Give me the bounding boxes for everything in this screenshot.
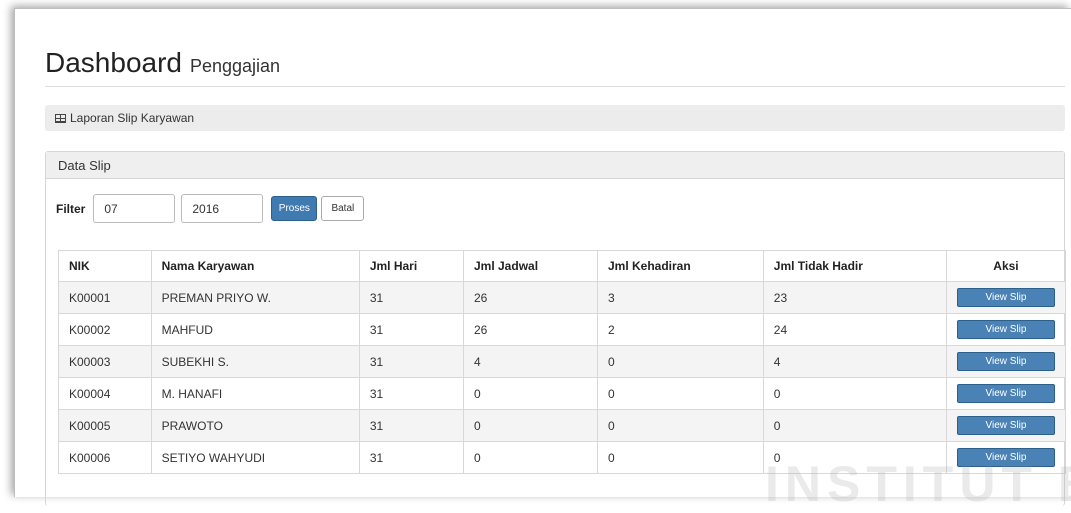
cell-aksi: View Slip — [945, 377, 1067, 410]
view-slip-button[interactable]: View Slip — [956, 448, 1055, 467]
cell-nama: PRAWOTO — [150, 409, 360, 442]
cell-nik: K00004 — [58, 377, 152, 410]
view-slip-button[interactable]: View Slip — [956, 320, 1055, 339]
cell-aksi: View Slip — [945, 313, 1067, 346]
table-row: K00004 M. HANAFI 31 0 0 0 View Slip — [58, 377, 1067, 410]
table-row: K00001 PREMAN PRIYO W. 31 26 3 23 View S… — [58, 281, 1067, 314]
cell-nik: K00005 — [58, 409, 152, 442]
cell-hadir: 0 — [596, 345, 764, 378]
cell-nama: MAHFUD — [150, 313, 360, 346]
cell-nama: PREMAN PRIYO W. — [150, 281, 360, 314]
cell-hari: 31 — [358, 281, 465, 314]
column-header: NIK — [58, 250, 152, 282]
cell-jadwal: 0 — [463, 377, 598, 410]
cell-nik: K00002 — [58, 313, 152, 346]
cell-jadwal: 26 — [463, 313, 598, 346]
view-slip-button[interactable]: View Slip — [956, 288, 1055, 307]
cell-aksi: View Slip — [945, 441, 1067, 474]
table-icon — [55, 113, 66, 123]
cell-tidak-hadir: 24 — [762, 313, 947, 346]
cell-hadir: 3 — [596, 281, 764, 314]
cell-aksi: View Slip — [945, 409, 1067, 442]
column-header: Aksi — [945, 250, 1067, 282]
year-input[interactable] — [181, 194, 264, 223]
cell-nik: K00001 — [58, 281, 152, 314]
cell-jadwal: 4 — [463, 345, 598, 378]
column-header: Jml Hari — [358, 250, 465, 282]
column-header: Jml Tidak Hadir — [762, 250, 947, 282]
title-divider — [45, 86, 1065, 87]
breadcrumb: Laporan Slip Karyawan — [45, 105, 1065, 131]
cell-hari: 31 — [358, 313, 465, 346]
cell-nama: SETIYO WAHYUDI — [150, 441, 360, 474]
cell-aksi: View Slip — [945, 345, 1067, 378]
cell-aksi: View Slip — [945, 281, 1067, 314]
cell-tidak-hadir: 0 — [762, 409, 947, 442]
cell-hari: 31 — [358, 409, 465, 442]
cell-hadir: 2 — [596, 313, 764, 346]
cell-hadir: 0 — [596, 409, 764, 442]
cell-jadwal: 26 — [463, 281, 598, 314]
cell-nik: K00006 — [58, 441, 152, 474]
cell-hari: 31 — [358, 377, 465, 410]
cell-hari: 31 — [358, 441, 465, 474]
table-row: K00002 MAHFUD 31 26 2 24 View Slip — [58, 313, 1067, 346]
page-title-sub: Penggajian — [189, 56, 281, 76]
table-row: K00003 SUBEKHI S. 31 4 0 4 View Slip — [58, 345, 1067, 378]
cell-jadwal: 0 — [463, 441, 598, 474]
cell-tidak-hadir: 0 — [762, 441, 947, 474]
proses-button[interactable]: Proses — [271, 196, 318, 221]
view-slip-button[interactable]: View Slip — [956, 384, 1055, 403]
column-header: Jml Jadwal — [463, 250, 598, 282]
cell-hari: 31 — [358, 345, 465, 378]
column-header: Jml Kehadiran — [596, 250, 764, 282]
month-input[interactable] — [93, 194, 176, 223]
cell-hadir: 0 — [596, 441, 764, 474]
filter-label: Filter — [56, 201, 86, 216]
view-slip-button[interactable]: View Slip — [956, 416, 1055, 435]
column-header: Nama Karyawan — [150, 250, 360, 282]
cell-tidak-hadir: 0 — [762, 377, 947, 410]
table-row: K00005 PRAWOTO 31 0 0 0 View Slip — [58, 409, 1067, 442]
app-frame: Dashboard Penggajian Laporan Slip Karyaw… — [14, 8, 1071, 506]
page-title-main: Dashboard — [45, 47, 182, 78]
cell-jadwal: 0 — [463, 409, 598, 442]
cell-hadir: 0 — [596, 377, 764, 410]
cell-nama: M. HANAFI — [150, 377, 360, 410]
slip-table: NIK Nama Karyawan Jml Hari Jml Jadwal Jm… — [58, 250, 1067, 474]
cell-nama: SUBEKHI S. — [150, 345, 360, 378]
panel-title: Data Slip — [46, 152, 1064, 179]
data-slip-panel: Data Slip Filter Proses Batal NIK Nama K… — [45, 151, 1067, 506]
cell-tidak-hadir: 23 — [762, 281, 947, 314]
cell-tidak-hadir: 4 — [762, 345, 947, 378]
table-row: K00006 SETIYO WAHYUDI 31 0 0 0 View Slip — [58, 441, 1067, 474]
table-header-row: NIK Nama Karyawan Jml Hari Jml Jadwal Jm… — [58, 250, 1067, 282]
view-slip-button[interactable]: View Slip — [956, 352, 1055, 371]
breadcrumb-label: Laporan Slip Karyawan — [70, 111, 195, 125]
batal-button[interactable]: Batal — [321, 196, 365, 221]
page-title: Dashboard Penggajian — [45, 47, 280, 79]
filter-row: Filter Proses Batal — [56, 194, 365, 223]
cell-nik: K00003 — [58, 345, 152, 378]
